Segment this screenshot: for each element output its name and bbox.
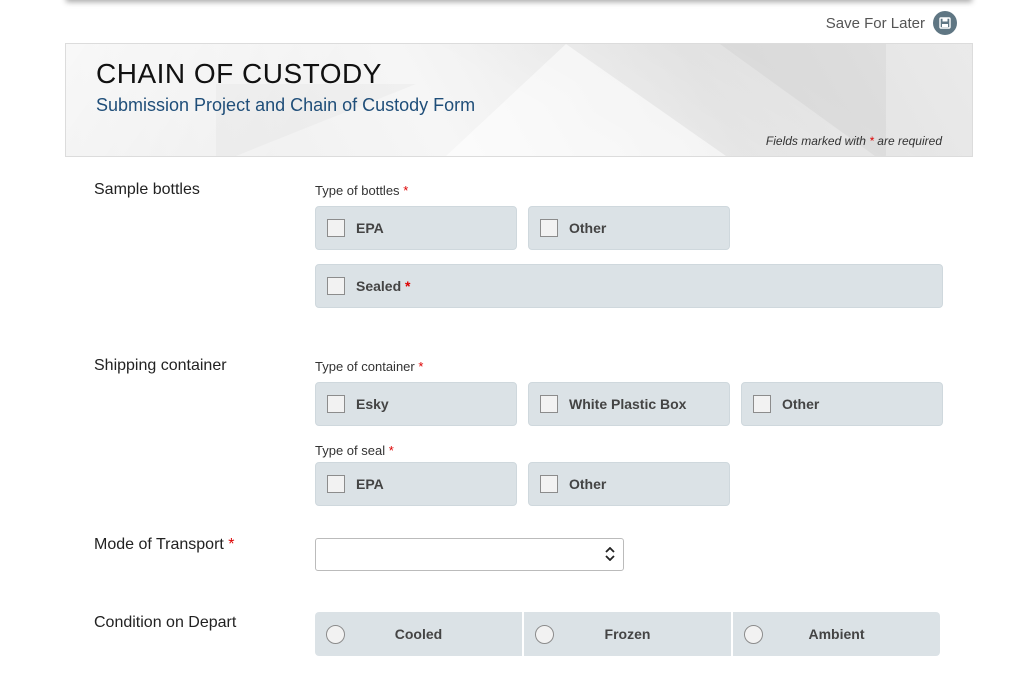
- container-esky-option[interactable]: Esky: [315, 382, 517, 426]
- mode-of-transport-label: Mode of Transport *: [94, 536, 235, 553]
- radio-button[interactable]: [535, 624, 554, 644]
- sealed-option[interactable]: Sealed *: [315, 264, 943, 308]
- required-fields-note: Fields marked with * are required: [765, 134, 942, 148]
- condition-ambient-option[interactable]: Ambient: [733, 612, 940, 656]
- checkbox[interactable]: [753, 395, 771, 413]
- seal-other-option[interactable]: Other: [528, 462, 730, 506]
- type-of-container-label: Type of container *: [315, 359, 424, 374]
- save-for-later-button[interactable]: Save For Later: [826, 11, 957, 35]
- save-for-later-label: Save For Later: [825, 14, 925, 32]
- checkbox[interactable]: [540, 475, 558, 493]
- bottle-type-epa-option[interactable]: EPA: [315, 206, 517, 250]
- container-other-option[interactable]: Other: [741, 382, 943, 426]
- page-subtitle: Submission Project and Chain of Custody …: [96, 95, 476, 115]
- condition-cooled-option[interactable]: Cooled: [315, 612, 522, 656]
- checkbox[interactable]: [327, 277, 345, 295]
- seal-epa-option[interactable]: EPA: [315, 462, 517, 506]
- shipping-container-label: Shipping container: [94, 357, 227, 374]
- condition-frozen-option[interactable]: Frozen: [524, 612, 731, 656]
- checkbox[interactable]: [540, 219, 558, 237]
- sample-bottles-label: Sample bottles: [94, 181, 200, 198]
- mode-of-transport-select[interactable]: [315, 538, 624, 571]
- bottle-type-other-option[interactable]: Other: [528, 206, 730, 250]
- radio-button[interactable]: [744, 624, 763, 644]
- select-arrows-icon: [605, 546, 615, 562]
- type-of-bottles-label: Type of bottles *: [315, 183, 409, 198]
- checkbox[interactable]: [327, 395, 345, 413]
- floppy-disk-icon: [933, 11, 957, 35]
- condition-on-depart-label: Condition on Depart: [94, 614, 237, 631]
- form-header-banner: CHAIN OF CUSTODY Submission Project and …: [65, 43, 973, 157]
- checkbox[interactable]: [327, 475, 345, 493]
- type-of-seal-label: Type of seal *: [315, 443, 394, 458]
- checkbox[interactable]: [327, 219, 345, 237]
- checkbox[interactable]: [540, 395, 558, 413]
- page-title: CHAIN OF CUSTODY: [96, 58, 382, 89]
- radio-button[interactable]: [326, 624, 345, 644]
- container-white-plastic-box-option[interactable]: White Plastic Box: [528, 382, 730, 426]
